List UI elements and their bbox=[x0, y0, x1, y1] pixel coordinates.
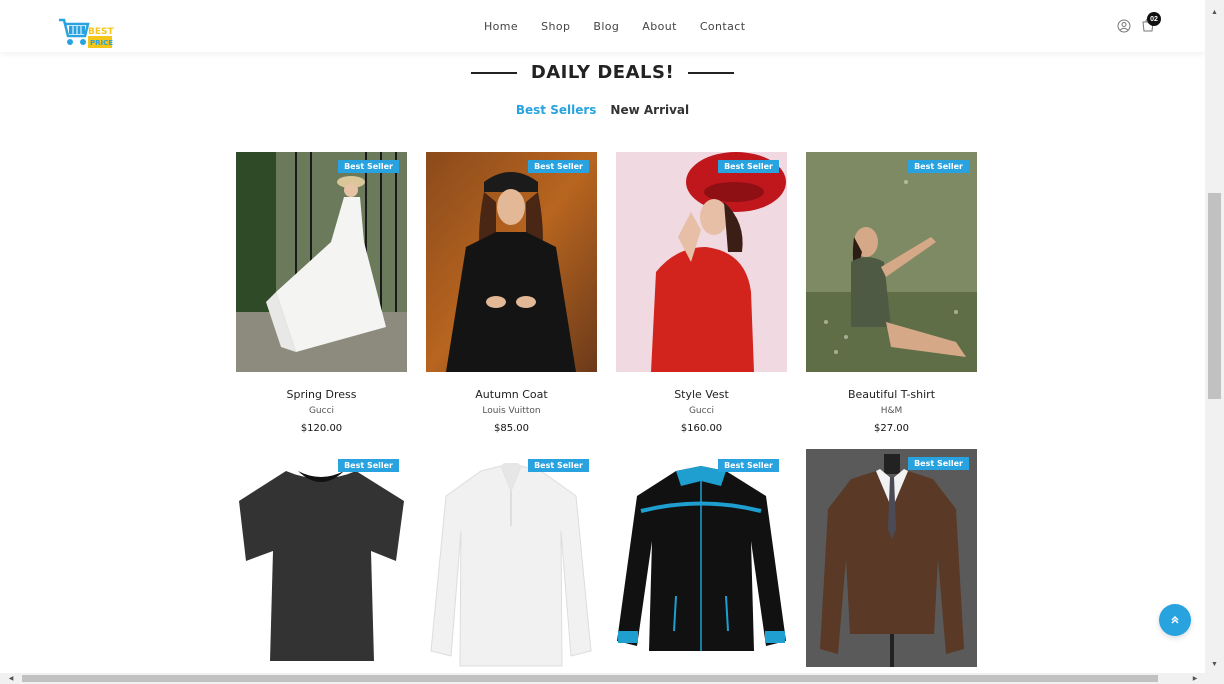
product-info: Spring Dress Gucci $120.00 bbox=[236, 372, 407, 451]
best-seller-badge: Best Seller bbox=[528, 459, 589, 472]
site-logo[interactable]: BEST PRICE bbox=[58, 16, 114, 52]
product-brand: Gucci bbox=[688, 406, 715, 416]
product-card[interactable]: Best Seller Autumn Coat Louis Vuitton $8… bbox=[426, 152, 597, 451]
product-price: $85.00 bbox=[494, 423, 529, 434]
best-seller-badge: Best Seller bbox=[908, 457, 969, 470]
nav-about[interactable]: About bbox=[642, 20, 677, 33]
tshirt-model-photo bbox=[806, 152, 977, 372]
product-tabs: Best Sellers New Arrival bbox=[0, 103, 1205, 117]
vest-photo bbox=[616, 152, 787, 372]
user-icon[interactable] bbox=[1117, 19, 1131, 33]
product-image-brown-suit[interactable]: Best Seller bbox=[806, 449, 977, 667]
product-image-track-jacket[interactable]: Best Seller bbox=[616, 451, 787, 671]
section-title: DAILY DEALS! bbox=[530, 62, 675, 83]
suit-photo bbox=[806, 449, 977, 667]
product-card[interactable]: Best Seller bbox=[426, 451, 597, 671]
header-icons: 02 bbox=[1117, 12, 1161, 34]
product-name[interactable]: Style Vest bbox=[616, 388, 787, 401]
product-brand: Louis Vuitton bbox=[482, 406, 541, 416]
black-tshirt-photo bbox=[236, 451, 407, 671]
best-seller-badge: Best Seller bbox=[718, 160, 779, 173]
scrollbar-corner bbox=[1205, 673, 1224, 684]
scroll-left-arrow-icon[interactable]: ◀ bbox=[4, 673, 18, 684]
product-name[interactable]: Spring Dress bbox=[236, 388, 407, 401]
product-image-black-tshirt[interactable]: Best Seller bbox=[236, 451, 407, 671]
best-seller-badge: Best Seller bbox=[528, 160, 589, 173]
title-divider-left bbox=[470, 71, 517, 74]
product-price: $27.00 bbox=[874, 423, 909, 434]
product-name[interactable]: Beautiful T-shirt bbox=[806, 388, 977, 401]
best-seller-badge: Best Seller bbox=[338, 160, 399, 173]
product-brand: H&M bbox=[880, 406, 903, 416]
dress-photo bbox=[236, 152, 407, 372]
scroll-up-arrow-icon[interactable]: ▲ bbox=[1205, 4, 1224, 20]
page-viewport: BEST PRICE Home Shop Blog About Contact bbox=[0, 0, 1205, 673]
double-chevron-up-icon bbox=[1171, 615, 1179, 624]
best-seller-badge: Best Seller bbox=[718, 459, 779, 472]
product-card[interactable]: Best Seller Style Vest Gucci $160.00 bbox=[616, 152, 787, 451]
product-image-spring-dress[interactable]: Best Seller bbox=[236, 152, 407, 372]
product-card[interactable]: Best Seller Beautiful T-shirt H&M $27.00 bbox=[806, 152, 977, 451]
tab-new-arrival[interactable]: New Arrival bbox=[610, 103, 689, 117]
nav-home[interactable]: Home bbox=[484, 20, 518, 33]
best-seller-badge: Best Seller bbox=[338, 459, 399, 472]
product-price: $120.00 bbox=[300, 423, 343, 434]
product-card[interactable]: Best Seller bbox=[616, 451, 787, 671]
nav-shop[interactable]: Shop bbox=[541, 20, 570, 33]
horizontal-scroll-thumb[interactable] bbox=[22, 675, 1158, 682]
product-card[interactable]: Best Seller Spring Dress Gucci $120.00 bbox=[236, 152, 407, 451]
site-header: BEST PRICE Home Shop Blog About Contact bbox=[0, 0, 1205, 52]
scroll-to-top-button[interactable] bbox=[1159, 604, 1191, 636]
product-brand: Gucci bbox=[308, 406, 335, 416]
cart-button[interactable]: 02 bbox=[1141, 12, 1161, 34]
white-polo-photo bbox=[426, 451, 597, 671]
nav-contact[interactable]: Contact bbox=[700, 20, 746, 33]
daily-deals-heading: DAILY DEALS! bbox=[0, 62, 1205, 83]
product-image-autumn-coat[interactable]: Best Seller bbox=[426, 152, 597, 372]
title-divider-right bbox=[688, 71, 735, 74]
nav-blog[interactable]: Blog bbox=[593, 20, 619, 33]
product-price: $160.00 bbox=[680, 423, 723, 434]
product-name[interactable]: Autumn Coat bbox=[426, 388, 597, 401]
logo-line2: PRICE bbox=[90, 39, 113, 47]
scroll-down-arrow-icon[interactable]: ▼ bbox=[1205, 656, 1224, 672]
cart-count-badge: 02 bbox=[1147, 12, 1161, 26]
product-grid: Best Seller Spring Dress Gucci $120.00 B… bbox=[236, 152, 977, 671]
product-image-beautiful-tshirt[interactable]: Best Seller bbox=[806, 152, 977, 372]
product-info: Beautiful T-shirt H&M $27.00 bbox=[806, 372, 977, 451]
main-nav: Home Shop Blog About Contact bbox=[484, 20, 768, 33]
product-image-white-polo[interactable]: Best Seller bbox=[426, 451, 597, 671]
product-info: Style Vest Gucci $160.00 bbox=[616, 372, 787, 451]
coat-photo bbox=[426, 152, 597, 372]
best-seller-badge: Best Seller bbox=[908, 160, 969, 173]
vertical-scroll-thumb[interactable] bbox=[1208, 193, 1221, 399]
jacket-photo bbox=[616, 451, 787, 671]
product-info: Autumn Coat Louis Vuitton $85.00 bbox=[426, 372, 597, 451]
product-card[interactable]: Best Seller bbox=[806, 449, 977, 671]
product-card[interactable]: Best Seller bbox=[236, 451, 407, 671]
vertical-scrollbar[interactable]: ▲ ▼ bbox=[1205, 0, 1224, 673]
logo-line1: BEST bbox=[88, 27, 114, 37]
cart-logo-icon: BEST PRICE bbox=[59, 18, 114, 48]
tab-best-sellers[interactable]: Best Sellers bbox=[516, 103, 597, 117]
horizontal-scrollbar[interactable]: ◀ ▶ bbox=[0, 673, 1205, 684]
product-image-style-vest[interactable]: Best Seller bbox=[616, 152, 787, 372]
scroll-right-arrow-icon[interactable]: ▶ bbox=[1188, 673, 1202, 684]
